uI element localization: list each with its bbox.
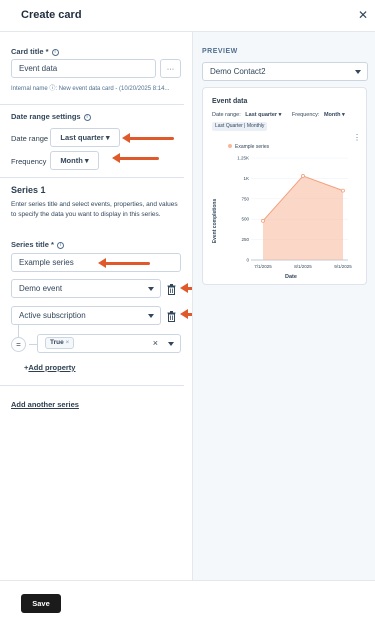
trash-icon[interactable] <box>167 311 176 322</box>
frequency-value: Month <box>60 156 83 165</box>
event-select[interactable]: Demo event <box>11 279 161 298</box>
save-button[interactable]: Save <box>21 594 61 613</box>
modal-header: Create card ✕ <box>0 0 375 32</box>
series-description: Enter series title and select events, pr… <box>11 201 178 218</box>
info-icon: i <box>56 241 64 249</box>
data-point[interactable] <box>341 188 345 193</box>
chevron-down-icon: ▾ <box>105 133 110 142</box>
legend-swatch <box>228 144 232 148</box>
connector-line <box>29 344 37 345</box>
preview-filters: Date range: Last quarter ▾ Frequency: Mo… <box>212 112 345 118</box>
value-chip[interactable]: True × <box>45 337 75 349</box>
series-title-input[interactable]: Example series <box>11 253 181 272</box>
add-property-link[interactable]: +Add property <box>24 363 75 372</box>
info-icon: i <box>51 48 59 56</box>
event-chart: Example series 0 250 500 750 1K 1.25K 7/1/202… <box>212 144 352 280</box>
modal-footer: Save <box>0 580 375 618</box>
frequency-dropdown[interactable]: Month ▾ <box>50 151 99 170</box>
value-select[interactable]: True × × <box>37 334 181 353</box>
x-tick-label: 9/1/2025 <box>334 264 352 269</box>
series-title-label-text: Series title * <box>11 240 54 249</box>
x-tick-label: 8/1/2025 <box>294 264 312 269</box>
card-title-input[interactable]: Event data <box>11 59 156 78</box>
preview-date-range-dropdown[interactable]: Last quarter ▾ <box>245 112 281 118</box>
y-tick-label: 750 <box>241 196 249 201</box>
annotation-arrow <box>112 153 159 163</box>
annotation-arrow <box>122 133 174 143</box>
record-select[interactable]: Demo Contact2 <box>202 62 368 81</box>
chart-legend: Example series <box>228 144 270 150</box>
preview-card: Event data Date range: Last quarter ▾ Fr… <box>202 87 367 285</box>
preview-card-title: Event data <box>212 98 248 105</box>
modal-title: Create card <box>21 9 82 21</box>
divider <box>0 385 184 386</box>
y-axis-label: Event completions <box>212 199 218 244</box>
series-area <box>263 175 343 260</box>
add-property-label: Add property <box>28 363 76 372</box>
internal-name-text: Internal name ⓘ: New event data card - (… <box>11 83 186 92</box>
y-tick-label: 1K <box>243 176 249 181</box>
divider <box>0 177 184 178</box>
divider <box>0 104 184 105</box>
close-icon[interactable]: ✕ <box>356 8 370 22</box>
preview-frequency-value: Month <box>323 112 341 118</box>
series-title-label: Series title * i <box>11 240 64 249</box>
legend-label: Example series <box>235 144 270 150</box>
form-panel: Card title * i Event data ··· Internal na… <box>0 32 232 580</box>
property-select[interactable]: Active subscription <box>11 306 161 325</box>
x-axis-label: Date <box>285 274 297 280</box>
date-range-label: Date range <box>11 134 49 143</box>
record-select-value: Demo Contact2 <box>210 67 266 76</box>
caret-down-icon <box>168 342 174 346</box>
chevron-down-icon: ▾ <box>84 156 89 165</box>
operator-equals[interactable]: = <box>11 337 26 352</box>
clear-icon[interactable]: × <box>153 335 158 352</box>
property-select-value: Active subscription <box>19 311 86 320</box>
y-tick-label: 1.25K <box>237 156 249 161</box>
card-title-label: Card title * i <box>11 47 59 56</box>
series-heading: Series 1 <box>11 185 46 195</box>
add-another-series-link[interactable]: Add another series <box>11 400 79 409</box>
preview-frequency-label: Frequency: <box>291 112 320 118</box>
annotation-arrow <box>98 258 150 268</box>
data-point[interactable] <box>261 218 265 223</box>
preview-label: PREVIEW <box>202 48 238 55</box>
info-icon: i <box>83 113 91 121</box>
event-select-value: Demo event <box>19 284 63 293</box>
date-range-value: Last quarter <box>60 133 104 142</box>
preview-date-range-label: Date range: <box>212 112 241 118</box>
preview-badge: Last Quarter | Monthly <box>212 122 268 131</box>
frequency-label: Frequency <box>11 157 47 166</box>
preview-panel: PREVIEW Demo Contact2 Event data Date ra… <box>192 32 375 580</box>
y-tick-label: 0 <box>246 258 249 263</box>
date-range-settings-text: Date range settings <box>11 112 81 121</box>
x-tick-label: 7/1/2025 <box>254 264 272 269</box>
preview-date-range-value: Last quarter <box>245 112 278 118</box>
y-tick-label: 500 <box>241 217 249 222</box>
date-range-dropdown[interactable]: Last quarter ▾ <box>50 128 120 147</box>
value-chip-label: True <box>50 339 64 346</box>
card-title-label-text: Card title * <box>11 47 49 56</box>
y-tick-label: 250 <box>241 237 249 242</box>
caret-down-icon <box>148 287 154 291</box>
data-point[interactable] <box>301 174 305 178</box>
caret-down-icon <box>355 70 361 74</box>
trash-icon[interactable] <box>167 284 176 295</box>
preview-frequency-dropdown[interactable]: Month ▾ <box>324 112 345 118</box>
chip-close-icon[interactable]: × <box>66 339 70 346</box>
caret-down-icon <box>148 314 154 318</box>
more-options-button[interactable]: ··· <box>160 59 181 78</box>
date-range-settings-label: Date range settings i <box>11 112 91 121</box>
internal-name-value: Internal name ⓘ: New event data card - (… <box>11 86 170 92</box>
